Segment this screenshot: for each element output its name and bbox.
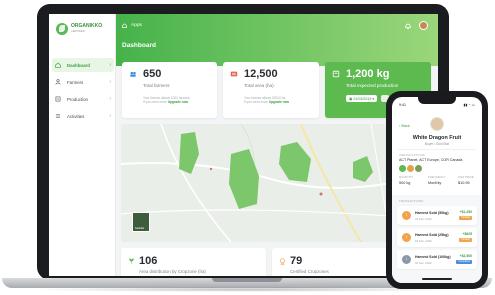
production-stat-icon xyxy=(332,70,340,78)
stat-hint: Your license allows 1000 farmers. If you… xyxy=(143,96,191,105)
leaf-icon xyxy=(56,23,68,35)
arrow-down-icon: ↓ xyxy=(402,211,411,220)
home-icon xyxy=(55,62,61,68)
sidebar-item-label: Production xyxy=(67,96,88,102)
header-band: Apps Dashboard xyxy=(116,14,438,66)
sidebar-item-activities[interactable]: Activities › xyxy=(52,109,114,123)
certifications-label: CERTIFICATIONS xyxy=(399,153,425,157)
phone-status-bar: 9:41 ▮▮ ◔ ▭ xyxy=(399,103,475,107)
stat-label: Total expected production xyxy=(346,83,399,88)
product-title: White Dragon Fruit xyxy=(412,135,462,141)
logo-subtitle: CERTIFIED xyxy=(71,30,85,33)
map-layer-toggle[interactable]: Satellite xyxy=(132,212,150,232)
stat-value: 79 xyxy=(290,255,303,267)
chevron-right-icon: › xyxy=(109,79,111,85)
stat-label: Total farmers xyxy=(143,83,170,88)
transaction-item[interactable]: ↓ Harvest Sold (100kg) 02 Feb, 2019 +$2,… xyxy=(397,250,477,269)
bell-icon[interactable] xyxy=(404,22,412,30)
signal-icon: ▮▮ ◔ ▭ xyxy=(463,103,475,107)
kv-value: 500 kg xyxy=(399,181,411,185)
laptop-notch xyxy=(212,278,282,282)
stat-value: 106 xyxy=(139,255,158,267)
page-title: Dashboard xyxy=(122,42,156,49)
stat-label: Certified Cropzones xyxy=(290,269,329,274)
stat-value: 12,500 xyxy=(244,68,278,80)
stat-label: Total area (ha) xyxy=(244,83,274,88)
upgrade-link[interactable]: Upgrade now xyxy=(269,100,289,104)
home-icon[interactable] xyxy=(122,23,127,28)
stat-label: Area distribution by Cropzone (ha) xyxy=(139,269,206,274)
cert-badge-icon xyxy=(415,165,422,172)
kv-key: UNIT PRICE xyxy=(458,175,474,179)
sidebar-item-label: Farmers xyxy=(67,79,84,85)
stat-value: 1,200 kg xyxy=(346,68,390,80)
area-stat-icon xyxy=(230,70,238,78)
status-badge: Completed xyxy=(456,260,472,264)
kv-key: FREQUENCY xyxy=(428,175,446,179)
avatar[interactable] xyxy=(419,21,428,30)
sidebar-item-label: Activities xyxy=(67,113,85,119)
logo[interactable]: ORGANIKKO CERTIFIED xyxy=(56,23,102,35)
transactions-panel: TRANSACTIONS ↓ Harvest Sold (50kg) 23 Fe… xyxy=(392,195,482,283)
certifications-value: ACT Planet, ACT Europe, COR Canada xyxy=(399,158,463,162)
kv-value: $10.95 xyxy=(458,181,470,185)
dashboard-screen: ORGANIKKO CERTIFIED Dashboard › Farmers … xyxy=(49,14,438,276)
back-button[interactable]: ‹ Back xyxy=(399,124,410,128)
sidebar-item-production[interactable]: Production › xyxy=(52,92,114,106)
transactions-label: TRANSACTIONS xyxy=(399,199,424,203)
screenshot: ORGANIKKO CERTIFIED Dashboard › Farmers … xyxy=(0,0,495,295)
stat-value: 650 xyxy=(143,68,162,80)
stat-card-area: 12,500 Total area (ha) Your license allo… xyxy=(223,62,319,118)
sidebar-item-label: Dashboard xyxy=(67,62,90,68)
stat-card-area-distribution: 106 Area distribution by Cropzone (ha) xyxy=(121,248,266,276)
cropzone-map[interactable]: Satellite xyxy=(121,124,431,242)
divider xyxy=(398,149,476,150)
activities-icon xyxy=(55,114,61,118)
sidebar-nav: Dashboard › Farmers › Production › Activ… xyxy=(52,58,114,126)
chevron-right-icon: › xyxy=(109,113,111,119)
phone-screen: 9:41 ▮▮ ◔ ▭ ‹ Back White Dragon Fruit Bu… xyxy=(392,97,482,283)
farmers-stat-icon xyxy=(129,70,137,78)
breadcrumb-item-apps[interactable]: Apps xyxy=(131,23,142,28)
stat-card-farmers: 650 Total farmers Your license allows 10… xyxy=(122,62,217,118)
status-badge: Pending xyxy=(459,216,472,220)
farmer-icon xyxy=(55,79,61,85)
sidebar: ORGANIKKO CERTIFIED Dashboard › Farmers … xyxy=(49,14,116,276)
breadcrumb: Apps xyxy=(122,23,142,28)
sidebar-item-dashboard[interactable]: Dashboard › xyxy=(52,58,114,72)
date-filter-chip[interactable]: ▣ 01/03/2019 ▾ xyxy=(346,95,378,102)
sidebar-item-farmers[interactable]: Farmers › xyxy=(52,75,114,89)
arrow-down-icon: ↓ xyxy=(402,233,411,242)
product-avatar xyxy=(430,117,444,131)
plant-icon xyxy=(129,258,134,265)
production-icon xyxy=(55,96,61,102)
kv-key: QUANTITY xyxy=(399,175,414,179)
upgrade-link[interactable]: Upgrade now xyxy=(168,100,188,104)
status-badge: Pending xyxy=(459,238,472,242)
product-subtitle: Buyer • Sold Stat xyxy=(424,142,450,146)
chevron-right-icon: › xyxy=(109,96,111,102)
kv-value: Monthly xyxy=(428,181,442,185)
transaction-item[interactable]: ↓ Harvest Sold (25kg) 15 Feb, 2019 +$625… xyxy=(397,228,477,247)
phone-time: 9:41 xyxy=(399,103,406,107)
chevron-down-icon: ▾ xyxy=(371,96,375,101)
cert-badge-icon xyxy=(407,165,414,172)
certificate-icon xyxy=(280,258,285,265)
transaction-item[interactable]: ↓ Harvest Sold (50kg) 23 Feb, 2019 +$1,2… xyxy=(397,206,477,225)
map-canvas xyxy=(121,124,431,242)
cert-badge-icon xyxy=(399,165,406,172)
arrow-down-icon: ↓ xyxy=(402,255,411,264)
home-indicator[interactable] xyxy=(422,278,452,280)
stat-hint: Your license allows 20000 ha. If you nee… xyxy=(244,96,290,105)
chevron-right-icon: › xyxy=(109,62,111,68)
